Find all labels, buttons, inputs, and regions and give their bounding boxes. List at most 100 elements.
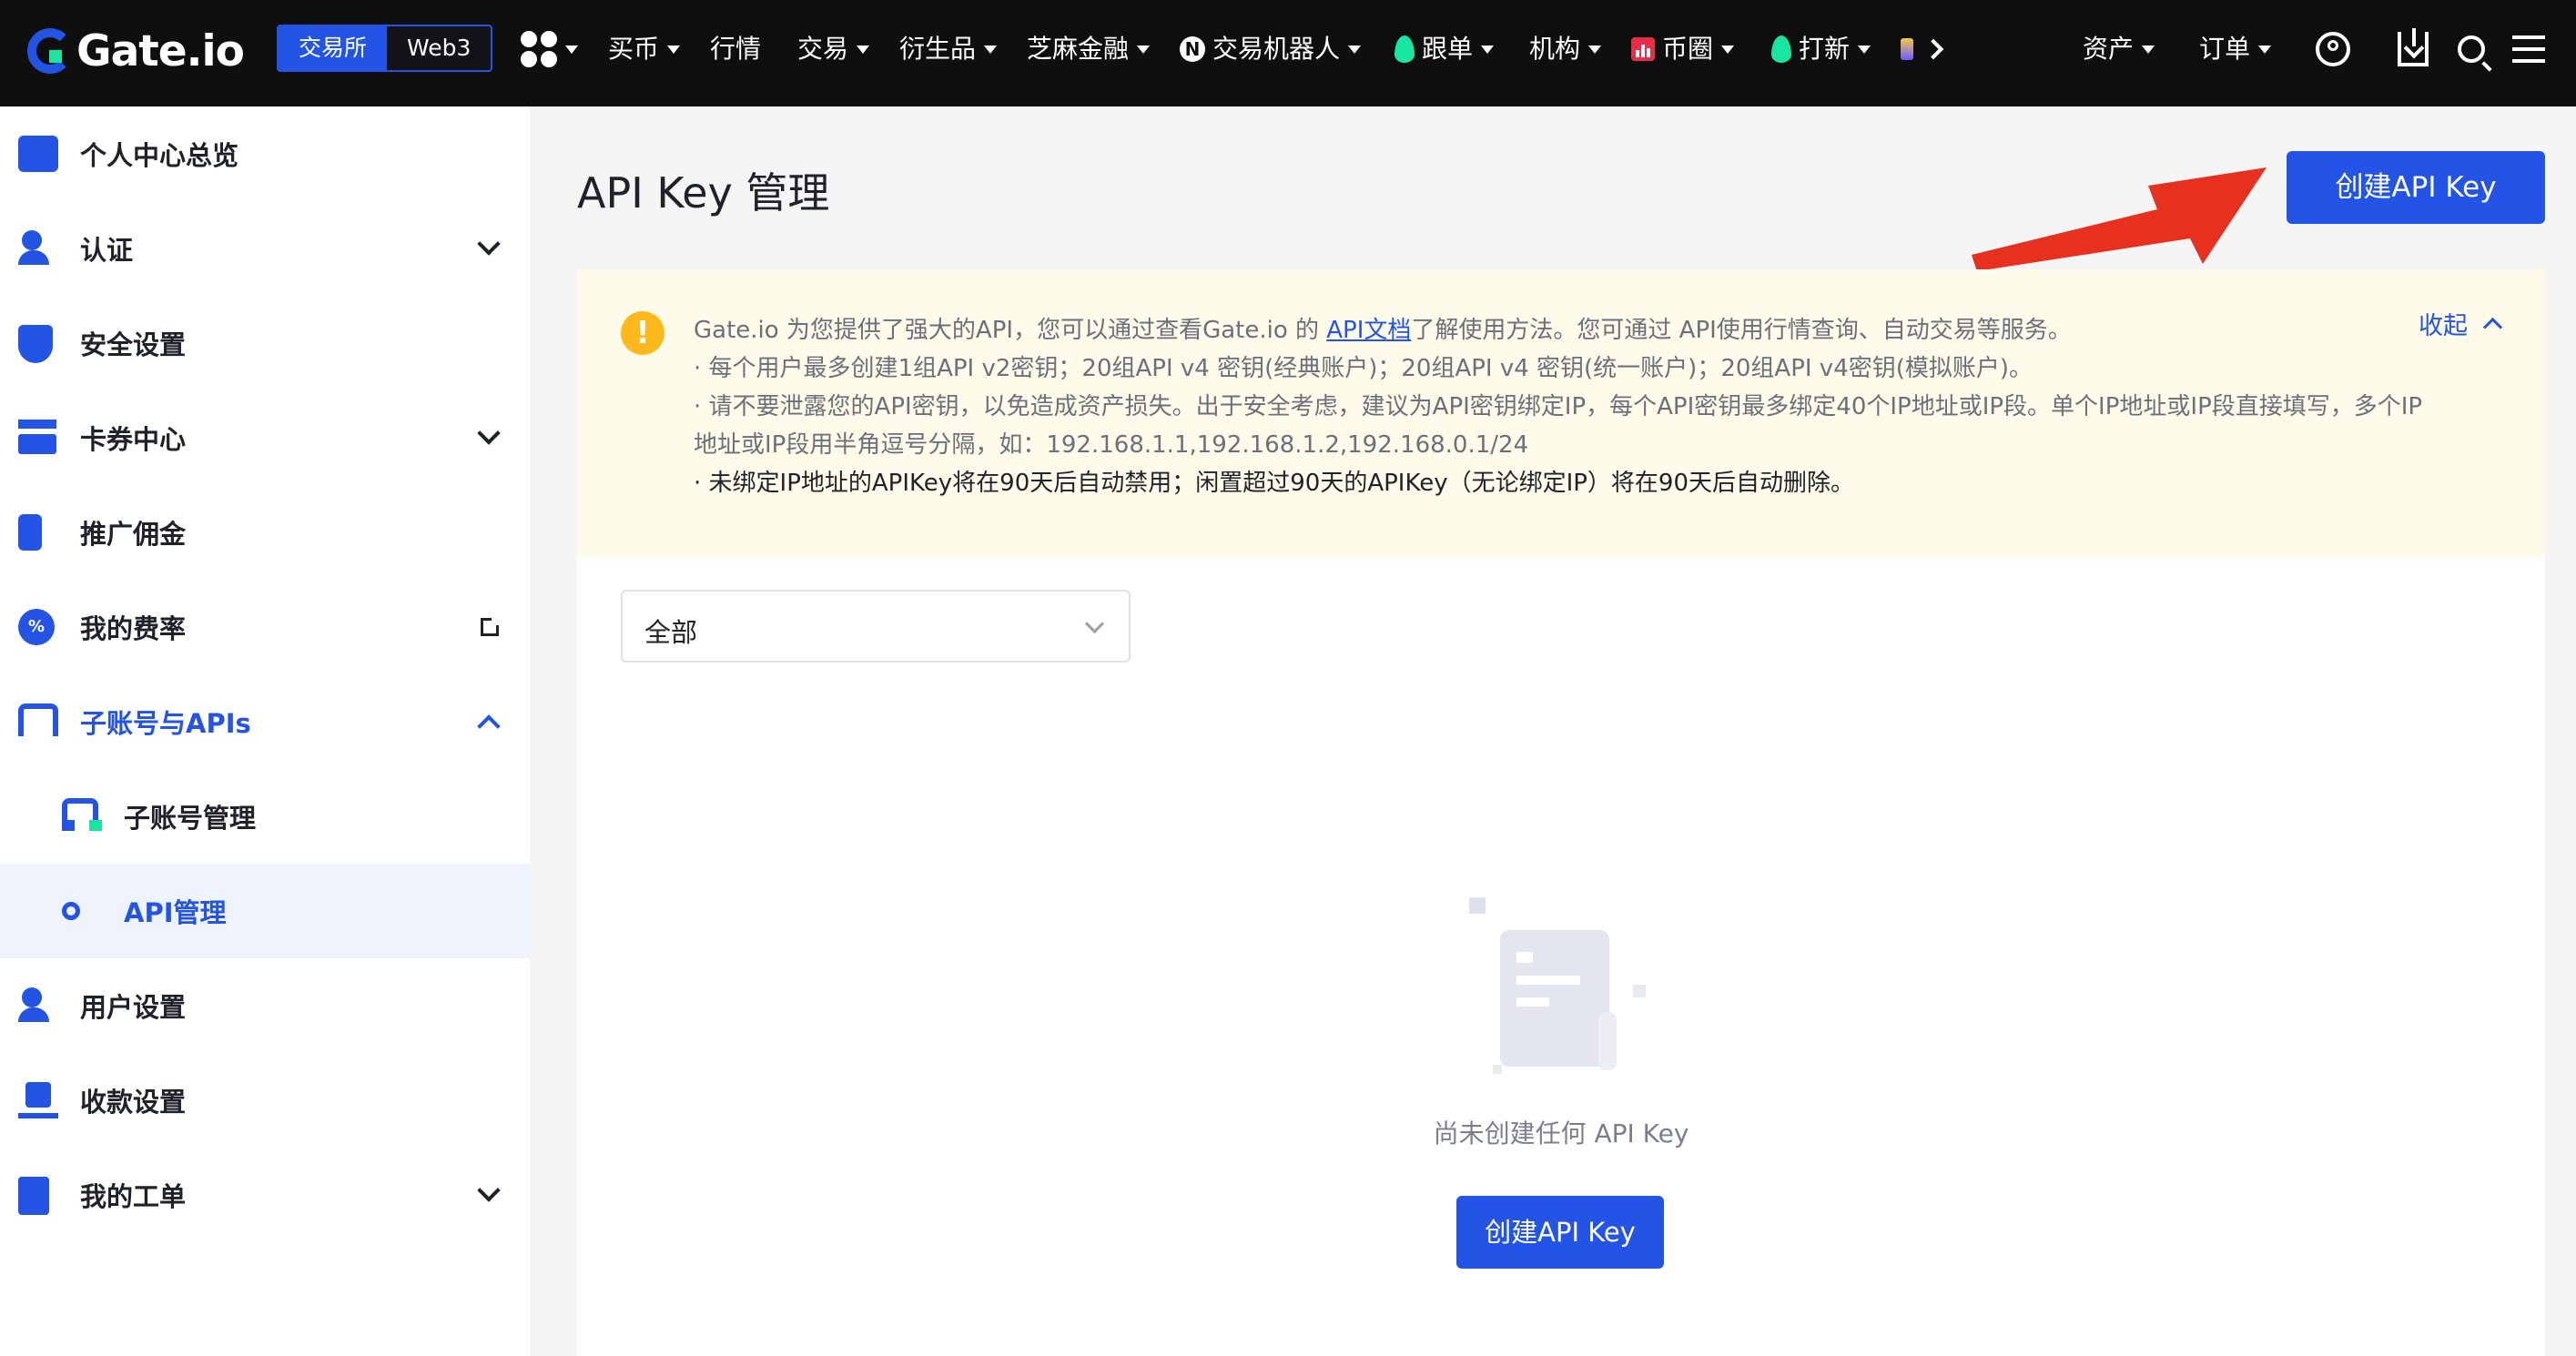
chevron-down-icon: [857, 45, 870, 54]
apps-grid-icon: [521, 31, 557, 67]
logo-text: Gate.io: [76, 25, 245, 76]
sidebar-item-referral[interactable]: 推广佣金: [0, 485, 530, 580]
chevron-down-icon: [1481, 45, 1495, 54]
subaccount-manage-icon: [62, 798, 102, 835]
notice-line-2: · 每个用户最多创建1组API v2密钥；20组API v4 密钥(经典账户)；…: [694, 355, 2033, 382]
sidebar-item-fee-rate[interactable]: % 我的费率: [0, 580, 530, 674]
sidebar-item-subaccount-manage[interactable]: 子账号管理: [0, 769, 530, 864]
nav-label: 交易机器人: [1212, 34, 1341, 64]
notice-line-4: · 未绑定IP地址的APIKey将在90天后自动禁用；闲置超过90天的APIKe…: [694, 470, 1855, 497]
tab-web3[interactable]: Web3: [387, 26, 492, 70]
chevron-down-icon: [2142, 45, 2155, 54]
sidebar-item-label: API管理: [124, 897, 227, 928]
nav-label: 打新: [1799, 34, 1851, 64]
nav-label: 资产: [2083, 34, 2135, 64]
api-notice-box: ! Gate.io 为您提供了强大的API，您可以通过查看Gate.io 的 A…: [577, 269, 2545, 557]
coupon-icon: [18, 420, 58, 456]
nav-markets[interactable]: 行情: [710, 29, 761, 69]
collapse-label: 收起: [2419, 312, 2468, 340]
sidebar-item-label: 用户设置: [80, 992, 187, 1023]
api-type-filter-select[interactable]: 全部: [621, 590, 1131, 663]
bot-n-icon: N: [1180, 36, 1205, 62]
nav-copy-trading[interactable]: 跟单: [1394, 29, 1495, 69]
collapse-button[interactable]: 收起: [2419, 306, 2503, 341]
sidebar-item-subaccounts-apis[interactable]: 子账号与APIs: [0, 674, 530, 769]
sidebar-item-label: 子账号与APIs: [80, 708, 251, 739]
sidebar-item-label: 卡券中心: [80, 424, 187, 455]
sidebar-item-user-settings[interactable]: 用户设置: [0, 958, 530, 1053]
select-value: 全部: [644, 617, 698, 648]
sidebar-item-overview[interactable]: 个人中心总览: [0, 106, 530, 201]
create-api-key-empty-button[interactable]: 创建API Key: [1456, 1196, 1664, 1269]
nav-trading-bot[interactable]: N 交易机器人: [1180, 29, 1362, 69]
sidebar-item-payment-settings[interactable]: 收款设置: [0, 1053, 530, 1148]
external-link-icon: [481, 616, 501, 636]
bar-chart-icon: [1631, 37, 1655, 61]
sidebar-item-label: 认证: [80, 235, 134, 266]
chevron-down-icon: [1084, 613, 1105, 634]
verify-user-icon: [18, 230, 58, 267]
account-button[interactable]: [2316, 25, 2350, 73]
search-button[interactable]: [2458, 25, 2485, 73]
chevron-down-icon: [1137, 45, 1151, 54]
chevron-down-icon: [1721, 45, 1735, 54]
hamburger-menu-icon: [2512, 35, 2545, 63]
sidebar-item-label: 收款设置: [80, 1087, 187, 1118]
nav-finance[interactable]: 芝麻金融: [1027, 29, 1151, 69]
sidebar-item-label: 安全设置: [80, 329, 187, 360]
notice-line-1: Gate.io 为您提供了强大的API，您可以通过查看Gate.io 的 API…: [694, 317, 2072, 344]
api-docs-link[interactable]: API文档: [1326, 317, 1411, 344]
nav-label: 币圈: [1662, 34, 1714, 64]
nav-assets[interactable]: 资产: [2083, 25, 2155, 73]
profile-card-icon: [18, 136, 58, 172]
nav-derivatives[interactable]: 衍生品: [899, 29, 998, 69]
nav-label: 衍生品: [899, 34, 977, 64]
nav-institution[interactable]: 机构: [1529, 29, 1602, 69]
logo[interactable]: Gate.io: [27, 24, 245, 78]
download-button[interactable]: [2398, 25, 2429, 73]
chevron-right-icon: [1922, 38, 1944, 60]
sidebar-item-tickets[interactable]: 我的工单: [0, 1148, 530, 1242]
sidebar-item-api-manage[interactable]: API管理: [0, 864, 530, 958]
api-key-list-panel: 全部 尚未创建任何 API Key 创建API Key: [577, 557, 2545, 1356]
menu-button[interactable]: [2512, 25, 2545, 73]
apps-menu[interactable]: [521, 29, 578, 69]
chevron-down-icon: [477, 232, 501, 256]
nav-moments[interactable]: 币圈: [1631, 29, 1735, 69]
nav-buy-crypto[interactable]: 买币: [608, 29, 681, 69]
sidebar-item-verification[interactable]: 认证: [0, 201, 530, 296]
chevron-up-icon: [2482, 317, 2503, 338]
empty-state-text: 尚未创建任何 API Key: [1433, 1118, 1689, 1149]
api-key-icon: [62, 893, 102, 929]
gate-logo-icon: [27, 28, 73, 74]
payment-settings-icon: [18, 1082, 58, 1118]
chevron-down-icon: [1858, 45, 1871, 54]
leaf-icon: [1394, 35, 1415, 63]
sidebar-item-security[interactable]: 安全设置: [0, 296, 530, 390]
create-api-key-button[interactable]: 创建API Key: [2287, 151, 2545, 224]
nav-more[interactable]: [1901, 29, 1944, 69]
sidebar-item-label: 子账号管理: [124, 803, 257, 834]
referral-icon: [18, 514, 58, 551]
chevron-down-icon: [1348, 45, 1362, 54]
top-nav: Gate.io 交易所 Web3 买币 行情 交易 衍生品 芝麻金融 N 交易机…: [0, 0, 2576, 106]
chevron-down-icon: [984, 45, 998, 54]
shield-icon: [18, 325, 58, 363]
chevron-down-icon: [477, 1179, 501, 1202]
sidebar-item-label: 我的费率: [80, 613, 187, 644]
chevron-down-icon: [565, 45, 578, 54]
more-app-icon: [1901, 38, 1913, 60]
nav-label: 订单: [2199, 34, 2251, 64]
nav-label: 跟单: [1422, 34, 1474, 64]
tab-exchange[interactable]: 交易所: [279, 26, 388, 70]
sidebar-item-label: 个人中心总览: [80, 140, 239, 171]
user-icon: [2316, 32, 2350, 66]
sidebar-item-coupons[interactable]: 卡券中心: [0, 390, 530, 485]
nav-trade[interactable]: 交易: [797, 29, 870, 69]
nav-label: 交易: [797, 34, 849, 64]
sidebar-item-label: 推广佣金: [80, 519, 187, 550]
nav-startup[interactable]: 打新: [1771, 29, 1871, 69]
chevron-down-icon: [2258, 45, 2272, 54]
leaf-icon: [1771, 35, 1791, 63]
nav-orders[interactable]: 订单: [2199, 25, 2272, 73]
